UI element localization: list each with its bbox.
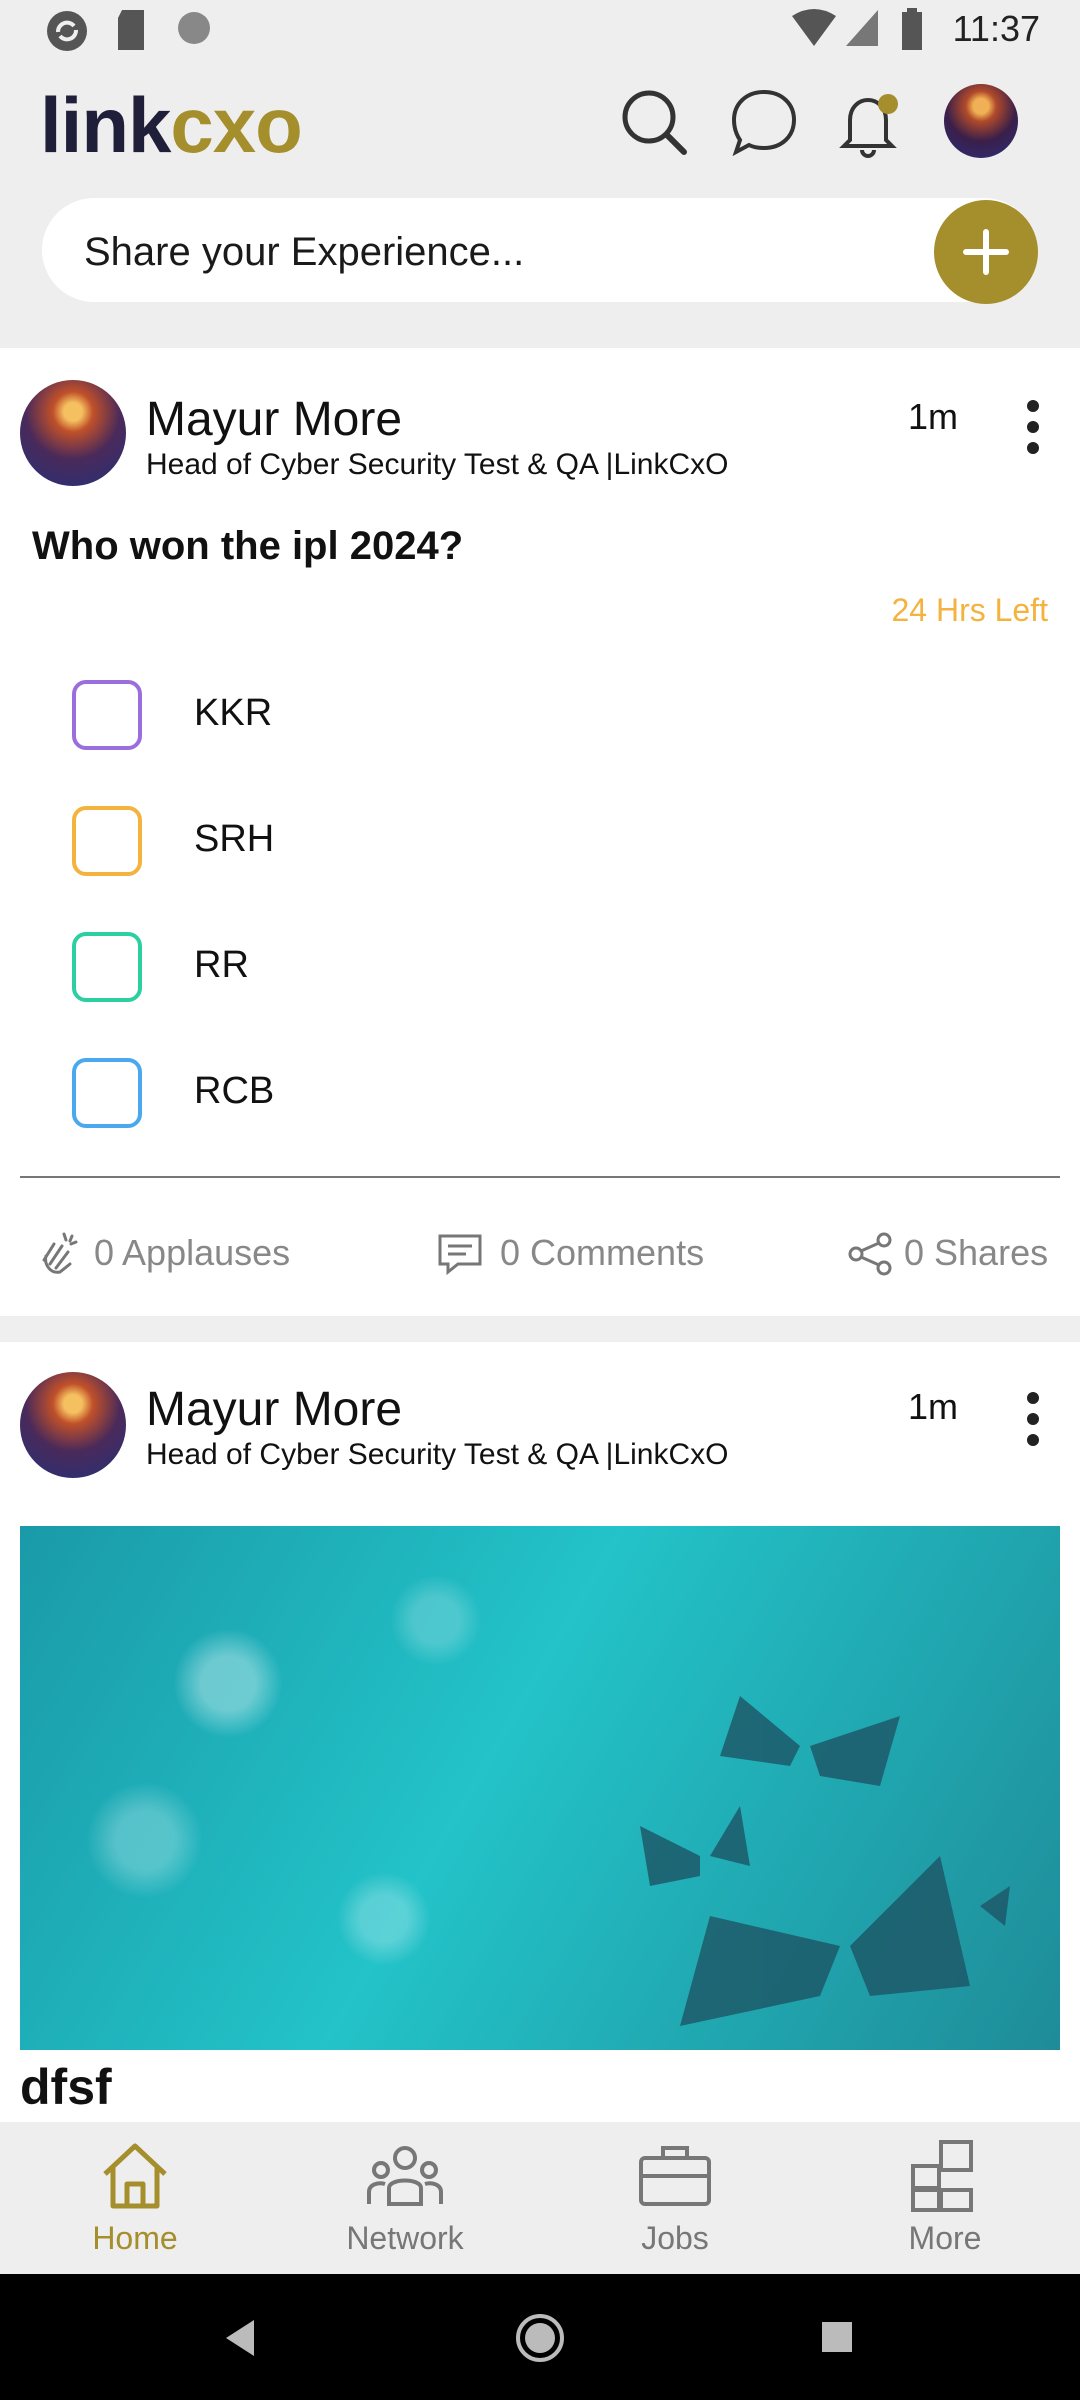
post-image[interactable] — [20, 1526, 1060, 2050]
share-button[interactable]: 0 Shares — [846, 1232, 1049, 1276]
poll-option-label: SRH — [194, 818, 275, 860]
share-experience-input[interactable]: Share your Experience... — [42, 198, 1036, 302]
more-options-icon[interactable] — [1018, 1392, 1048, 1452]
profile-avatar[interactable] — [944, 84, 1018, 158]
add-post-button[interactable] — [934, 200, 1038, 304]
home-circle-icon[interactable] — [514, 2312, 566, 2364]
applause-icon — [42, 1232, 78, 1274]
poll-option-label: RR — [194, 944, 249, 986]
checkbox[interactable] — [72, 1058, 142, 1128]
status-time: 11:37 — [952, 8, 1040, 49]
grid-icon — [911, 2140, 973, 2212]
notification-bell-icon[interactable] — [830, 82, 910, 162]
nav-more[interactable]: More — [810, 2122, 1080, 2274]
poll-question: Who won the ipl 2024? — [32, 524, 464, 568]
post-text: dfsf — [20, 2059, 112, 2115]
comment-icon — [438, 1234, 482, 1276]
network-icon — [367, 2146, 443, 2206]
nav-network[interactable]: Network — [270, 2122, 540, 2274]
poll-option[interactable]: KKR — [72, 680, 872, 750]
checkbox[interactable] — [72, 932, 142, 1002]
poll-post-card: Mayur More Head of Cyber Security Test &… — [0, 348, 1080, 1316]
nav-home[interactable]: Home — [0, 2122, 270, 2274]
author-name[interactable]: Mayur More — [146, 1382, 402, 1437]
logo-text-cxo: cxo — [170, 81, 302, 169]
more-options-icon[interactable] — [1018, 400, 1048, 460]
cellular-signal-icon — [846, 10, 878, 46]
nav-label: More — [908, 2220, 982, 2256]
search-icon[interactable] — [614, 82, 694, 162]
author-name[interactable]: Mayur More — [146, 392, 402, 447]
poll-option[interactable]: RCB — [72, 1058, 872, 1128]
nav-label: Home — [92, 2220, 178, 2256]
image-post-card: Mayur More Head of Cyber Security Test &… — [0, 1342, 1080, 2122]
wifi-icon — [792, 9, 836, 46]
poll-option-label: KKR — [194, 692, 273, 734]
author-avatar[interactable] — [20, 1372, 126, 1478]
nav-jobs[interactable]: Jobs — [540, 2122, 810, 2274]
checkbox[interactable] — [72, 806, 142, 876]
poll-option[interactable]: RR — [72, 932, 872, 1002]
sd-card-icon — [118, 10, 144, 50]
sync-icon — [47, 11, 87, 51]
loading-icon — [178, 12, 210, 44]
poll-time-left: 24 Hrs Left — [891, 592, 1048, 628]
logo-text-link: link — [40, 81, 171, 169]
poll-option[interactable]: SRH — [72, 806, 872, 876]
nav-label: Jobs — [641, 2220, 709, 2256]
post-time: 1m — [908, 1386, 959, 1427]
bottom-navigation: Home Network Jobs More — [0, 2122, 1080, 2274]
comment-count: 0 Comments — [500, 1232, 705, 1273]
share-placeholder: Share your Experience... — [84, 230, 525, 274]
app-header: linkcxo Share your Experience... — [0, 62, 1080, 344]
status-bar: 11:37 — [0, 0, 1080, 62]
applause-button[interactable]: 0 Applauses — [34, 1232, 290, 1274]
post-time: 1m — [908, 396, 959, 437]
linkcxo-logo[interactable]: linkcxo — [40, 80, 303, 171]
chat-icon[interactable] — [724, 82, 804, 162]
author-title: Head of Cyber Security Test & QA |LinkCx… — [146, 1438, 729, 1471]
checkbox[interactable] — [72, 680, 142, 750]
battery-icon — [902, 8, 922, 50]
recents-icon[interactable] — [820, 2320, 854, 2354]
applause-count: 0 Applauses — [94, 1232, 291, 1273]
poll-option-label: RCB — [194, 1070, 275, 1112]
briefcase-icon — [639, 2146, 711, 2206]
back-icon[interactable] — [222, 2318, 258, 2358]
butterflies-illustration — [640, 1696, 1010, 2026]
divider — [20, 1176, 1060, 1178]
author-avatar[interactable] — [20, 380, 126, 486]
home-icon — [103, 2143, 167, 2209]
system-navigation-bar — [0, 2274, 1080, 2400]
share-icon — [848, 1232, 892, 1276]
author-title: Head of Cyber Security Test & QA |LinkCx… — [146, 448, 729, 481]
comment-button[interactable]: 0 Comments — [436, 1232, 705, 1276]
share-count: 0 Shares — [904, 1232, 1049, 1273]
nav-label: Network — [346, 2220, 464, 2256]
